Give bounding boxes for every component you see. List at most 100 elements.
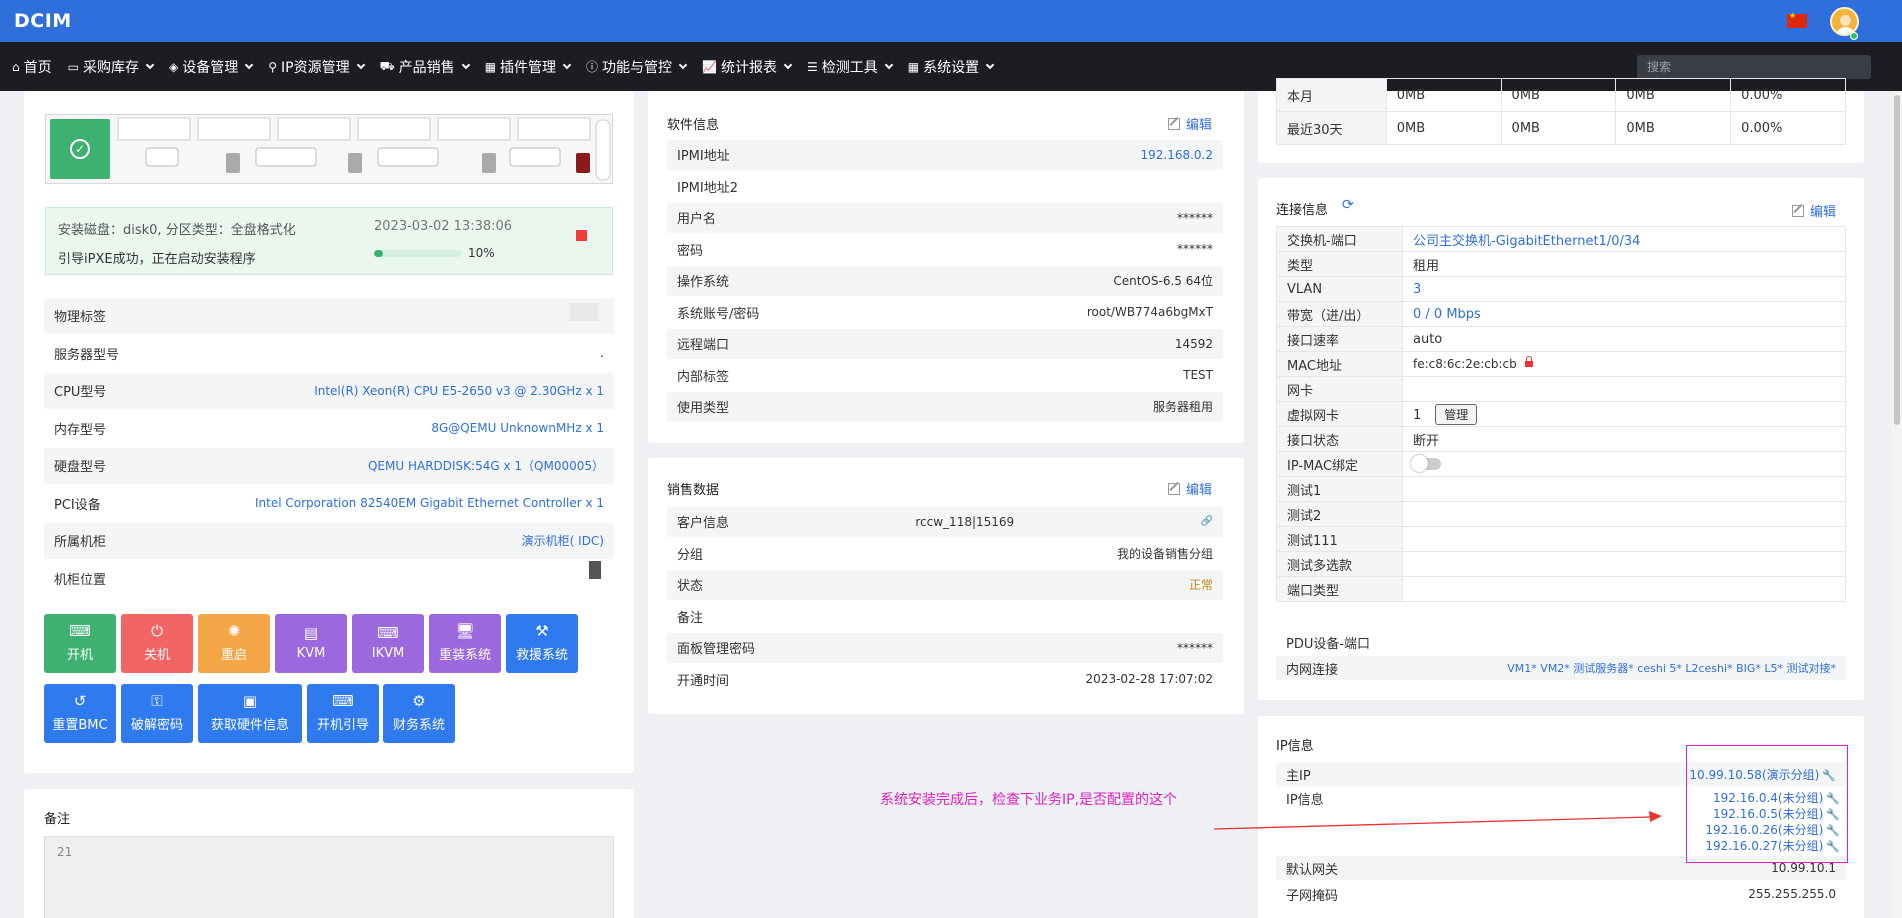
table-row: 用户名 ****** [667, 203, 1223, 233]
row-value: 14592 [1174, 336, 1213, 351]
table-row: 本月 0MB 0MB 0MB 0.00% [1276, 78, 1846, 112]
install-progress-panel: 安装磁盘：disk0, 分区类型：全盘格式化 引导iPXE成功，正在启动安装程序… [45, 207, 613, 275]
switch-port-link[interactable]: 公司主交换机-GigabitEthernet1/0/34 [1402, 226, 1846, 252]
table-row: 测试多选款 [1276, 551, 1846, 577]
table-row: 测试2 [1276, 501, 1846, 527]
refresh-icon[interactable]: ⟳ [1342, 197, 1354, 213]
row-label: IPMI地址 [677, 149, 730, 165]
nav-item-4[interactable]: ⛟ 产品销售 [379, 57, 470, 77]
nav-item-1[interactable]: ▭ 采购库存 [68, 57, 155, 77]
table-row: 使用类型 服务器租用 [667, 392, 1223, 422]
annotation-text: 系统安装完成后，检查下业务IP,是否配置的这个 [880, 792, 1178, 808]
cube-icon: ◈ [168, 59, 179, 74]
status-ok-icon: ✓ [50, 119, 110, 179]
table-row: 测试111 [1276, 526, 1846, 552]
grid-icon: ▦ [484, 59, 497, 74]
key-icon: ⚿ [151, 692, 163, 710]
cart-icon: ⛟ [379, 58, 395, 73]
action-button-2[interactable]: ✺ 重启 [198, 614, 270, 673]
apps-icon: ▦ [907, 59, 920, 74]
row-label: 使用类型 [677, 401, 730, 417]
row-label: 开通时间 [677, 673, 730, 689]
row-value[interactable]: Intel(R) Xeon(R) CPU E5-2650 v3 @ 2.30GH… [314, 384, 604, 398]
action-button-3[interactable]: ▤ KVM [275, 614, 347, 673]
stop-install-button[interactable] [576, 230, 587, 241]
action-button-r2-4[interactable]: ⚙ 财务系统 [383, 684, 455, 743]
row-value[interactable]: 8G@QEMU UnknownMHz x 1 [431, 421, 604, 435]
row-value[interactable]: Intel Corporation 82540EM Gigabit Ethern… [255, 496, 604, 510]
reinstall-icon: 🖥 [455, 622, 475, 640]
software-edit-link[interactable]: 编辑 [1168, 114, 1212, 133]
chevron-down-icon [244, 60, 254, 70]
nav-item-7[interactable]: 📈 统计报表 [702, 57, 793, 77]
power-off-icon: ⏻ [151, 622, 163, 640]
table-row: 密码 ****** [667, 235, 1223, 265]
chevron-down-icon [783, 60, 793, 70]
nav-label: 检测工具 [821, 59, 878, 76]
action-button-r2-3[interactable]: ⌨ 开机引导 [307, 684, 379, 743]
row-value[interactable]: QEMU HARDDISK:54G x 1（QM00005） [368, 457, 604, 474]
app-logo[interactable]: DCIM [14, 10, 72, 32]
search-input[interactable] [1637, 55, 1871, 79]
nav-item-3[interactable]: ⚲ IP资源管理 [268, 57, 365, 77]
row-value[interactable]: 192.168.0.2 [1140, 148, 1213, 162]
nav-item-0[interactable]: ⌂ 首页 [12, 57, 52, 77]
language-flag-icon[interactable] [1787, 11, 1807, 28]
table-row: 硬盘型号 QEMU HARDDISK:54G x 1（QM00005） [44, 448, 614, 484]
action-button-r2-2[interactable]: ▣ 获取硬件信息 [198, 684, 302, 743]
action-button-r2-0[interactable]: ↺ 重置BMC [44, 684, 116, 743]
sales-edit-link[interactable]: 编辑 [1168, 479, 1212, 498]
lock-icon[interactable] [1524, 356, 1533, 367]
row-label: 内部标签 [677, 369, 730, 385]
table-row: 操作系统 CentOS-6.5 64位 [667, 266, 1223, 296]
chevron-down-icon [562, 60, 572, 70]
button-label: 获取硬件信息 [210, 718, 289, 733]
row-label: 操作系统 [677, 275, 730, 291]
ip-info-title: IP信息 [1276, 739, 1314, 754]
action-button-1[interactable]: ⏻ 关机 [121, 614, 193, 673]
highlight-box [1686, 745, 1848, 863]
table-row: MAC地址 fe:c8:6c:2e:cb:cb [1276, 351, 1846, 377]
action-button-0[interactable]: ⌨ 开机 [44, 614, 116, 673]
annotation-arrow [1213, 811, 1662, 830]
row-label: IPMI地址2 [677, 180, 738, 196]
row-value: ****** [1177, 242, 1213, 257]
row-label: 内存型号 [54, 422, 107, 438]
ip-mac-bind-toggle[interactable] [1411, 455, 1441, 472]
button-label: 重置BMC [52, 718, 108, 733]
notes-textarea[interactable]: 21 [44, 836, 614, 918]
table-row: 物理标签 [44, 298, 614, 334]
button-label: 财务系统 [392, 718, 445, 733]
install-disk-info: 安装磁盘：disk0, 分区类型：全盘格式化 [58, 223, 296, 238]
mac-address: fe:c8:6c:2e:cb:cb [1413, 356, 1517, 371]
page-scrollbar-thumb[interactable] [1894, 95, 1900, 425]
rack-ports-graphic [117, 117, 611, 181]
edit-icon [1168, 117, 1180, 130]
row-value: ****** [1177, 640, 1213, 655]
nav-item-6[interactable]: ⓘ 功能与管控 [586, 57, 688, 77]
button-label: 破解密码 [130, 718, 183, 733]
table-row: 接口速率 auto [1276, 326, 1846, 352]
table-row: 带宽（进/出） 0 / 0 Mbps [1276, 301, 1846, 327]
location-icon: ⚲ [268, 59, 277, 74]
link-icon[interactable]: 🔗 [1201, 516, 1213, 527]
button-label: IKVM [371, 646, 405, 661]
action-button-5[interactable]: 🖥 重装系统 [429, 614, 501, 673]
action-button-4[interactable]: ⌨ IKVM [352, 614, 424, 673]
table-row: VLAN 3 [1276, 276, 1846, 302]
action-button-r2-1[interactable]: ⚿ 破解密码 [121, 684, 193, 743]
manage-vnic-button[interactable]: 管理 [1435, 403, 1478, 425]
row-value: root/WB774a6bgMxT [1086, 305, 1213, 320]
nav-item-5[interactable]: ▦ 插件管理 [484, 57, 572, 77]
row-value: ****** [1177, 210, 1213, 225]
server-rack-graphic: ✓ [45, 114, 613, 184]
intranet-link[interactable]: VM1* VM2* 测试服务器* ceshi 5* L2ceshi* BIG* … [1507, 660, 1836, 676]
connection-edit-link[interactable]: 编辑 [1792, 201, 1836, 220]
row-value[interactable]: 演示机柜( IDC) [522, 532, 604, 549]
action-button-6[interactable]: ⚒ 救援系统 [506, 614, 578, 673]
table-row: 类型 租用 [1276, 251, 1846, 277]
nav-item-9[interactable]: ▦ 系统设置 [907, 57, 995, 77]
table-row: IPMI地址2 [667, 172, 1223, 202]
nav-item-2[interactable]: ◈ 设备管理 [168, 57, 254, 77]
nav-item-8[interactable]: ☰ 检测工具 [807, 57, 894, 77]
